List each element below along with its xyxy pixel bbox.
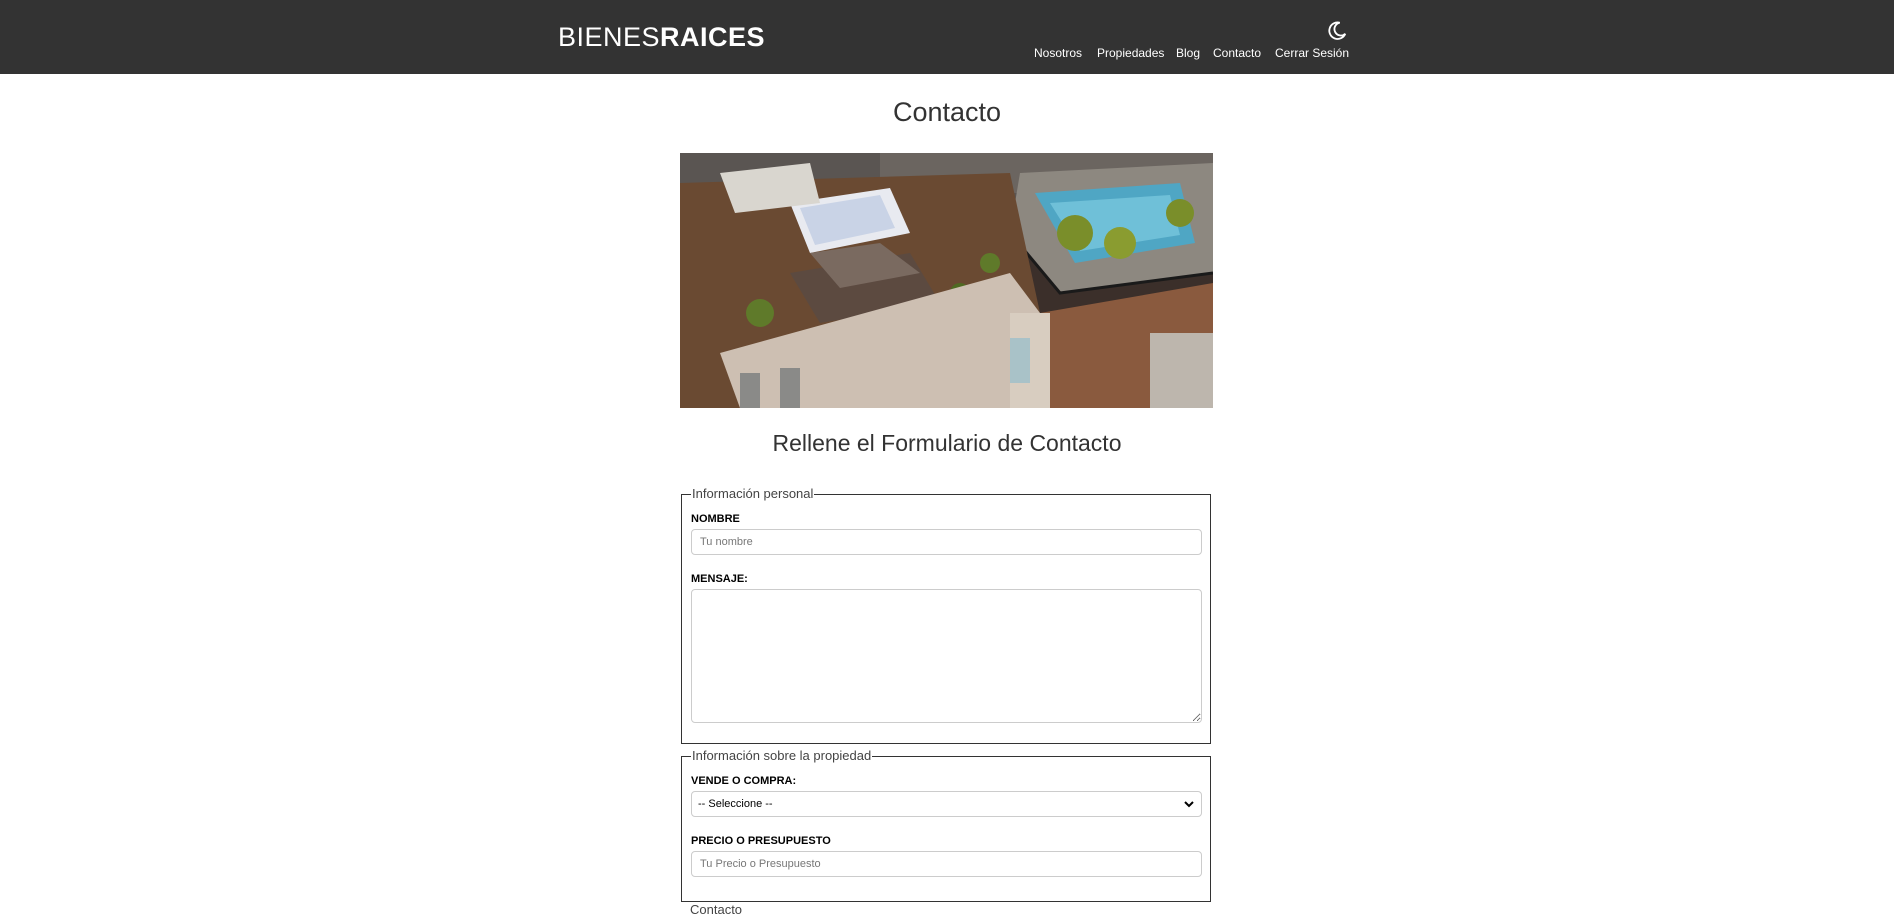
- nav-cerrar-sesion[interactable]: Cerrar Sesión: [1275, 46, 1349, 60]
- message-textarea[interactable]: [691, 589, 1202, 723]
- page-title: Contacto: [892, 97, 1002, 127]
- site-header: BIENESRAICES Nosotros Propiedades Blog C…: [0, 0, 1894, 74]
- personal-info-fieldset: Información personal NOMBRE MENSAJE:: [681, 486, 1211, 744]
- personal-info-legend: Información personal: [691, 486, 815, 501]
- logo-text-bold: RAICES: [660, 22, 766, 52]
- buy-sell-select[interactable]: -- Seleccione --: [691, 791, 1202, 817]
- property-info-legend: Información sobre la propiedad: [691, 748, 873, 763]
- price-input[interactable]: [691, 851, 1202, 877]
- rooftop-illustration: [680, 153, 1213, 408]
- property-info-fieldset: Información sobre la propiedad VENDE O C…: [681, 748, 1211, 902]
- nav-blog[interactable]: Blog: [1176, 46, 1200, 60]
- chevron-down-icon: [1184, 801, 1194, 808]
- name-input[interactable]: [691, 529, 1202, 555]
- nav-propiedades[interactable]: Propiedades: [1097, 46, 1164, 60]
- buy-sell-label: VENDE O COMPRA:: [691, 775, 797, 787]
- nav-nosotros[interactable]: Nosotros: [1034, 46, 1082, 60]
- buy-sell-selected-value: -- Seleccione --: [698, 798, 773, 810]
- nav-contacto[interactable]: Contacto: [1213, 46, 1261, 60]
- contact-legend: Contacto: [690, 902, 743, 917]
- message-label: MENSAJE:: [691, 573, 748, 585]
- logo[interactable]: BIENESRAICES: [558, 22, 765, 53]
- logo-text-light: BIENES: [558, 22, 661, 52]
- moon-icon[interactable]: [1326, 20, 1348, 42]
- hero-image-rooftop: [680, 153, 1213, 408]
- name-label: NOMBRE: [691, 513, 740, 525]
- price-label: PRECIO O PRESUPUESTO: [691, 835, 831, 847]
- form-title: Rellene el Formulario de Contacto: [772, 430, 1122, 456]
